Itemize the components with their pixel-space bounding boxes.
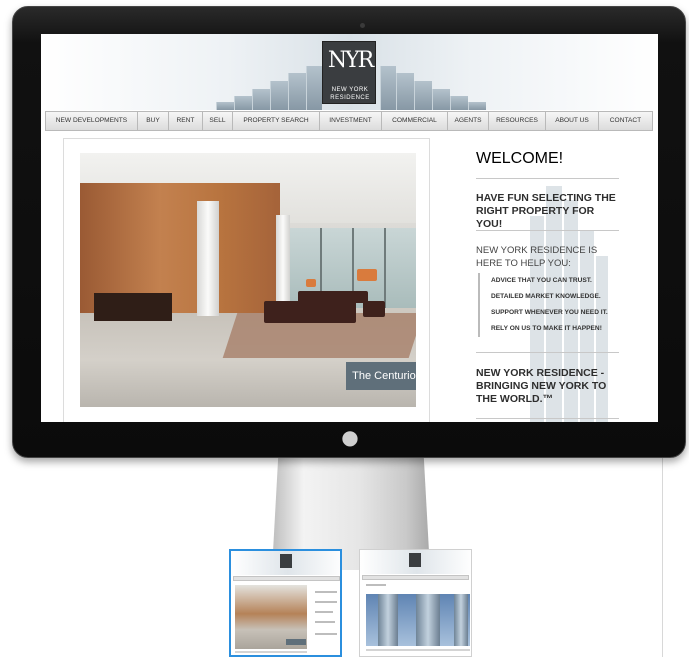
logo-monogram: NYR bbox=[327, 48, 374, 73]
apple-logo-icon: ● bbox=[341, 425, 359, 449]
camera-icon bbox=[360, 23, 365, 28]
thumbnail-home-page[interactable] bbox=[229, 549, 342, 657]
slogan: NEW YORK RESIDENCE - BRINGING NEW YORK T… bbox=[476, 367, 607, 405]
nav-sell[interactable]: SELL bbox=[203, 112, 233, 130]
monitor-screen: NYR NEW YORK RESIDENCE NEW DEVELOPMENTS … bbox=[41, 34, 658, 422]
page-edge-shadow bbox=[662, 455, 663, 657]
logo-line-1: NEW YORK bbox=[331, 87, 369, 93]
nav-rent[interactable]: RENT bbox=[169, 112, 203, 130]
slideshow-photo[interactable]: The Centurion bbox=[80, 153, 416, 407]
slideshow-frame: The Centurion bbox=[63, 138, 430, 422]
list-item: SUPPORT WHENEVER YOU NEED IT. bbox=[491, 309, 608, 316]
nav-investment[interactable]: INVESTMENT bbox=[320, 112, 382, 130]
thumbnail-new-developments-page[interactable] bbox=[359, 549, 472, 657]
nav-contact[interactable]: CONTACT bbox=[599, 112, 652, 130]
list-item: ADVICE THAT YOU CAN TRUST. bbox=[491, 277, 592, 284]
nav-resources[interactable]: RESOURCES bbox=[489, 112, 546, 130]
nav-agents[interactable]: AGENTS bbox=[448, 112, 489, 130]
welcome-sidebar: WELCOME! HAVE FUN SELECTING THE RIGHT PR… bbox=[465, 142, 658, 422]
list-item: RELY ON US TO MAKE IT HAPPEN! bbox=[491, 325, 602, 332]
fun-heading: HAVE FUN SELECTING THE RIGHT PROPERTY FO… bbox=[476, 192, 616, 230]
main-nav: NEW DEVELOPMENTS BUY RENT SELL PROPERTY … bbox=[45, 111, 653, 131]
welcome-heading: WELCOME! bbox=[476, 150, 564, 167]
nav-commercial[interactable]: COMMERCIAL bbox=[382, 112, 448, 130]
help-intro: NEW YORK RESIDENCE IS HERE TO HELP YOU: bbox=[476, 245, 598, 269]
nav-about-us[interactable]: ABOUT US bbox=[546, 112, 599, 130]
site-logo[interactable]: NYR NEW YORK RESIDENCE bbox=[322, 41, 376, 104]
nav-property-search[interactable]: PROPERTY SEARCH bbox=[233, 112, 320, 130]
logo-line-2: RESIDENCE bbox=[330, 95, 370, 101]
nav-buy[interactable]: BUY bbox=[138, 112, 169, 130]
slideshow-caption[interactable]: The Centurion bbox=[346, 362, 416, 390]
site-header: NYR NEW YORK RESIDENCE bbox=[41, 34, 658, 110]
list-item: DETAILED MARKET KNOWLEDGE. bbox=[491, 293, 601, 300]
showcase-stage: ● NYR NEW YORK RESIDENCE NEW DEVELOPMENT… bbox=[0, 0, 689, 657]
nav-new-developments[interactable]: NEW DEVELOPMENTS bbox=[46, 112, 138, 130]
benefits-list: ADVICE THAT YOU CAN TRUST. DETAILED MARK… bbox=[478, 273, 619, 337]
